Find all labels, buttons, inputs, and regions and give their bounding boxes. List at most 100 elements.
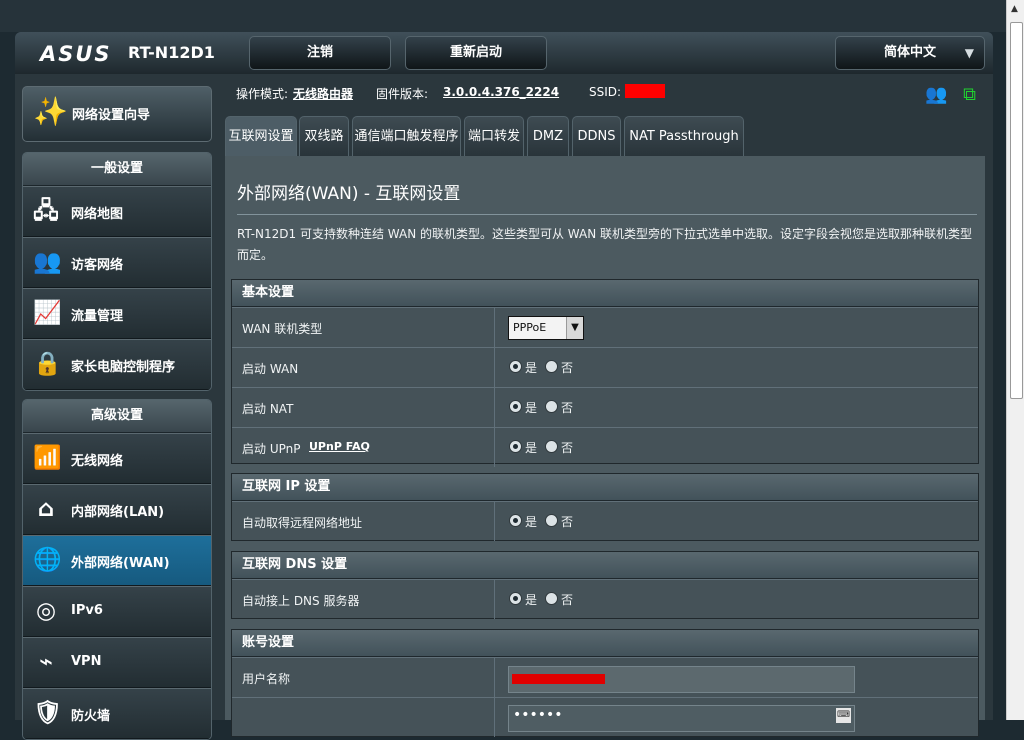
chevron-down-icon: ▼ <box>566 317 583 339</box>
guest-network-icon: 👥 <box>33 249 62 275</box>
tab-port-forward[interactable]: 端口转发 <box>464 116 524 156</box>
logout-button[interactable]: 注销 <box>249 36 391 70</box>
firmware-link[interactable]: 3.0.0.4.376_2224 <box>443 85 559 99</box>
upnp-faq-link[interactable]: UPnP FAQ <box>309 440 370 453</box>
enable-upnp-yes-radio[interactable] <box>509 440 522 453</box>
enable-nat-row: 启动 NAT 是 否 <box>232 387 978 427</box>
chevron-down-icon: ▼ <box>964 46 974 60</box>
asus-logo: ASUS <box>40 42 112 66</box>
enable-upnp-row: 启动 UPnP UPnP FAQ 是 否 <box>232 427 978 467</box>
no-label: 否 <box>561 441 574 455</box>
sidebar-item-guest-network[interactable]: 👥 访客网络 <box>23 237 211 288</box>
auto-ip-yes-radio[interactable] <box>509 514 522 527</box>
sidebar-item-label: 防火墙 <box>71 709 111 724</box>
vertical-scrollbar[interactable]: ▲ <box>1006 0 1024 720</box>
main-content: 外部网络(WAN) - 互联网设置 RT-N12D1 可支持数种连结 WAN 的… <box>225 156 985 737</box>
model-name: RT-N12D1 <box>128 43 215 62</box>
auto-dns-yes-radio[interactable] <box>509 592 522 605</box>
language-label: 简体中文 <box>883 45 936 60</box>
yes-label: 是 <box>525 515 538 529</box>
ssid-label: SSID: <box>589 85 622 99</box>
enable-nat-label: 启动 NAT <box>242 402 294 416</box>
wan-connection-type-label: WAN 联机类型 <box>242 322 323 336</box>
tab-ddns[interactable]: DDNS <box>572 116 621 156</box>
sidebar-item-traffic-manager[interactable]: 📈 流量管理 <box>23 288 211 339</box>
page-title: 外部网络(WAN) - 互联网设置 <box>237 184 461 204</box>
top-right-icons: 👥 ⧉ <box>925 84 976 105</box>
status-bar: 操作模式: 无线路由器 固件版本: 3.0.0.4.376_2224 SSID: <box>236 84 976 105</box>
internet-dns-section: 互联网 DNS 设置 自动接上 DNS 服务器 是 否 <box>231 551 979 619</box>
sidebar-item-wireless[interactable]: 📶 无线网络 <box>23 433 211 484</box>
scroll-up-icon[interactable]: ▲ <box>1011 4 1018 14</box>
language-select[interactable]: 简体中文 ▼ <box>835 36 985 70</box>
password-input[interactable]: •••••• ⌨ <box>508 705 855 732</box>
sidebar-item-network-map[interactable]: 🖧 网络地图 <box>23 186 211 237</box>
wifi-icon: 📶 <box>33 445 62 471</box>
no-label: 否 <box>561 593 574 607</box>
enable-nat-yes-radio[interactable] <box>509 400 522 413</box>
auto-dns-label: 自动接上 DNS 服务器 <box>242 594 360 608</box>
no-label: 否 <box>561 361 574 375</box>
active-arrow <box>211 551 212 571</box>
network-status-icon[interactable]: ⧉ <box>963 84 976 105</box>
sidebar-item-ipv6[interactable]: ◎ IPv6 <box>23 586 211 637</box>
wizard-label: 网络设置向导 <box>72 108 151 123</box>
sidebar-item-wan[interactable]: 🌐 外部网络(WAN) <box>23 535 211 586</box>
advanced-settings-title: 高级设置 <box>23 400 211 433</box>
sidebar-item-label: IPv6 <box>71 603 103 618</box>
enable-wan-label: 启动 WAN <box>242 362 299 376</box>
tab-internet-settings[interactable]: 互联网设置 <box>225 116 297 156</box>
wan-connection-type-row: WAN 联机类型 PPPoE ▼ <box>232 307 978 347</box>
lock-icon: 🔒 <box>33 351 62 377</box>
home-icon: ⌂ <box>37 496 55 522</box>
wan-connection-type-value: PPPoE <box>513 321 547 334</box>
sidebar-item-lan[interactable]: ⌂ 内部网络(LAN) <box>23 484 211 535</box>
sidebar-item-label: VPN <box>71 654 102 669</box>
title-divider <box>237 214 977 215</box>
sidebar-item-label: 网络地图 <box>71 207 124 222</box>
enable-upnp-no-radio[interactable] <box>545 440 558 453</box>
account-settings-section: 账号设置 用户名称 •••••• ⌨ <box>231 629 979 737</box>
basic-settings-section: 基本设置 WAN 联机类型 PPPoE ▼ 启动 WAN 是 否 启动 NAT <box>231 279 979 467</box>
network-setup-wizard-button[interactable]: ✨ 网络设置向导 <box>22 86 212 142</box>
password-row: •••••• ⌨ <box>232 697 978 737</box>
yes-label: 是 <box>525 441 538 455</box>
tab-dmz[interactable]: DMZ <box>527 116 569 156</box>
firmware-label: 固件版本: <box>376 87 429 101</box>
basic-settings-title: 基本设置 <box>232 280 978 307</box>
ipv6-icon: ◎ <box>35 598 57 624</box>
no-label: 否 <box>561 401 574 415</box>
sidebar-item-label: 无线网络 <box>71 454 124 469</box>
username-redacted-block <box>512 674 605 684</box>
operation-mode-link[interactable]: 无线路由器 <box>293 85 353 102</box>
traffic-chart-icon: 📈 <box>33 300 62 326</box>
sidebar-item-firewall[interactable]: 🛡 防火墙 <box>23 688 211 739</box>
network-map-icon: 🖧 <box>33 198 59 224</box>
scroll-thumb[interactable] <box>1010 22 1023 399</box>
internet-ip-section: 互联网 IP 设置 自动取得远程网络地址 是 否 <box>231 473 979 541</box>
no-label: 否 <box>561 515 574 529</box>
tab-port-trigger[interactable]: 通信端口触发程序 <box>352 116 461 156</box>
tab-nat-passthrough[interactable]: NAT Passthrough <box>624 116 744 156</box>
tab-dual-wan[interactable]: 双线路 <box>299 116 349 156</box>
app-header: ASUS RT-N12D1 注销 重新启动 简体中文 ▼ <box>15 32 993 74</box>
auto-ip-no-radio[interactable] <box>545 514 558 527</box>
internet-dns-title: 互联网 DNS 设置 <box>232 552 978 579</box>
sidebar-item-label: 流量管理 <box>71 309 124 324</box>
reboot-button[interactable]: 重新启动 <box>405 36 547 70</box>
internet-ip-title: 互联网 IP 设置 <box>232 474 978 501</box>
enable-wan-row: 启动 WAN 是 否 <box>232 347 978 387</box>
users-icon[interactable]: 👥 <box>925 84 947 105</box>
sidebar-item-vpn[interactable]: ⌁ VPN <box>23 637 211 688</box>
sidebar-item-label: 外部网络(WAN) <box>71 556 170 571</box>
enable-wan-yes-radio[interactable] <box>509 360 522 373</box>
enable-nat-no-radio[interactable] <box>545 400 558 413</box>
sidebar-item-label: 家长电脑控制程序 <box>71 360 176 375</box>
keyboard-icon[interactable]: ⌨ <box>836 708 851 723</box>
enable-wan-no-radio[interactable] <box>545 360 558 373</box>
sidebar-item-parental-control[interactable]: 🔒 家长电脑控制程序 <box>23 339 211 390</box>
wan-connection-type-select[interactable]: PPPoE ▼ <box>508 316 584 340</box>
sidebar-item-label: 访客网络 <box>71 258 124 273</box>
username-input[interactable] <box>508 666 855 693</box>
auto-dns-no-radio[interactable] <box>545 592 558 605</box>
